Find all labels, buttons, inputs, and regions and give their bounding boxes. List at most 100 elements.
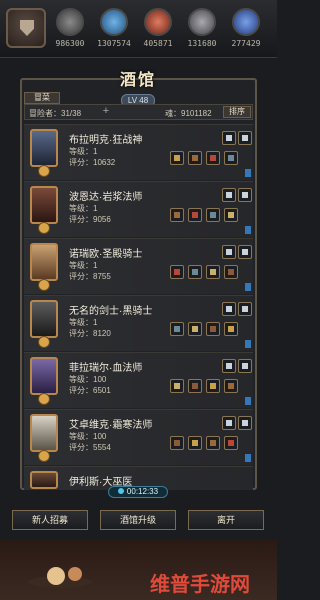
hero-portrait [30,357,58,395]
hero-score: 评分：5554 [69,443,111,452]
flag-icon [245,397,251,405]
resource-4: 131680 [182,8,222,48]
equipment-icon [210,212,216,218]
equipment-slot[interactable] [206,322,220,336]
skill-slot[interactable] [238,131,252,145]
equipment-icon [210,326,216,332]
skill-slot[interactable] [238,188,252,202]
soul-count: 魂：9101182 [165,109,212,118]
hero-name: 艾卓维克·霜寒法师 [69,420,153,431]
flag-icon [245,283,251,291]
upgrade-tavern-button[interactable]: 酒馆升级 [100,510,176,530]
equipment-slot[interactable] [170,151,184,165]
equipment-slot[interactable] [224,436,238,450]
hero-level: 等级：1 [69,147,98,156]
equipment-slot[interactable] [170,208,184,222]
shield-icon [20,20,34,36]
skill-slot[interactable] [222,416,236,430]
resource-orb-icon [188,8,216,36]
resource-value: 405871 [143,39,173,48]
skill-icon [226,192,232,198]
equipment-slot[interactable] [188,436,202,450]
watermark-text: 维普手游网 [150,574,250,596]
equipment-slot[interactable] [206,265,220,279]
equipment-slot[interactable] [206,436,220,450]
hero-row[interactable]: 无名的剑士·黑骑士 等级：1 评分：8120 [24,295,253,351]
equipment-slot[interactable] [206,208,220,222]
hero-row[interactable]: 布拉明克·狂战神 等级：1 评分：10632 [24,124,253,180]
skill-slot[interactable] [238,359,252,373]
leave-button[interactable]: 离开 [188,510,264,530]
resource-value: 131680 [187,39,217,48]
add-capacity-button[interactable]: + [100,106,112,118]
watermark-logo [20,560,130,590]
equipment-icon [174,155,180,161]
hero-portrait [30,300,58,338]
equipment-icon [192,383,198,389]
hero-portrait [30,414,58,452]
equipment-icon [192,155,198,161]
resource-5: 277429 [226,8,266,48]
equipment-slot[interactable] [188,379,202,393]
hero-name: 诺瑞欧·圣殿骑士 [69,249,143,260]
resource-value: 1307574 [97,39,131,48]
equipment-slot[interactable] [224,265,238,279]
equipment-slot[interactable] [170,322,184,336]
hero-level: 等级：100 [69,375,107,384]
equipment-slot[interactable] [170,265,184,279]
skill-slot[interactable] [222,131,236,145]
equipment-icon [192,212,198,218]
skill-icon [242,135,248,141]
skill-slot[interactable] [222,188,236,202]
equipment-icon [210,155,216,161]
equipment-icon [210,269,216,275]
equipment-icon [210,383,216,389]
skill-icon [226,249,232,255]
skill-icon [226,135,232,141]
panel-title: 酒馆 [119,72,156,89]
hero-level: 等级：1 [69,261,98,270]
hero-name: 菲拉瑞尔·血法师 [69,363,143,374]
equipment-slot[interactable] [224,379,238,393]
resource-orb-icon [232,8,260,36]
equipment-icon [192,326,198,332]
hero-name: 无名的剑士·黑骑士 [69,306,153,317]
skill-slot[interactable] [222,359,236,373]
tab-adventurers[interactable]: 冒菜 [24,92,60,104]
hero-level: 等级：1 [69,318,98,327]
resource-orb-icon [56,8,84,36]
hero-row[interactable]: 艾卓维克·霜寒法师 等级：100 评分：5554 [24,409,253,465]
equipment-icon [228,155,234,161]
hero-level: 等级：100 [69,432,107,441]
mascot-icon [28,567,92,588]
equipment-slot[interactable] [224,208,238,222]
skill-slot[interactable] [238,416,252,430]
recruit-button[interactable]: 新人招募 [12,510,88,530]
skill-slot[interactable] [238,302,252,316]
hero-row[interactable]: 菲拉瑞尔·血法师 等级：100 评分：6501 [24,352,253,408]
hero-row[interactable]: 波恩达·岩浆法师 等级：1 评分：9056 [24,181,253,237]
skill-slot[interactable] [238,245,252,259]
equipment-slot[interactable] [188,151,202,165]
rank-badge-icon [38,393,50,405]
equipment-slot[interactable] [170,436,184,450]
equipment-slot[interactable] [188,208,202,222]
rank-badge-icon [38,336,50,348]
equipment-slot[interactable] [170,379,184,393]
equipment-slot[interactable] [188,265,202,279]
skill-slot[interactable] [222,302,236,316]
equipment-slot[interactable] [224,151,238,165]
equipment-slot[interactable] [188,322,202,336]
hero-score: 评分：6501 [69,386,111,395]
hero-row[interactable]: 诺瑞欧·圣殿骑士 等级：1 评分：8755 [24,238,253,294]
equipment-slot[interactable] [224,322,238,336]
equipment-slot[interactable] [206,379,220,393]
sort-button[interactable]: 排序 [223,106,251,118]
guild-button[interactable] [6,8,46,48]
hero-portrait [30,471,58,489]
skill-slot[interactable] [222,245,236,259]
flag-icon [245,340,251,348]
resource-value: 986300 [55,39,85,48]
equipment-slot[interactable] [206,151,220,165]
equipment-icon [174,383,180,389]
